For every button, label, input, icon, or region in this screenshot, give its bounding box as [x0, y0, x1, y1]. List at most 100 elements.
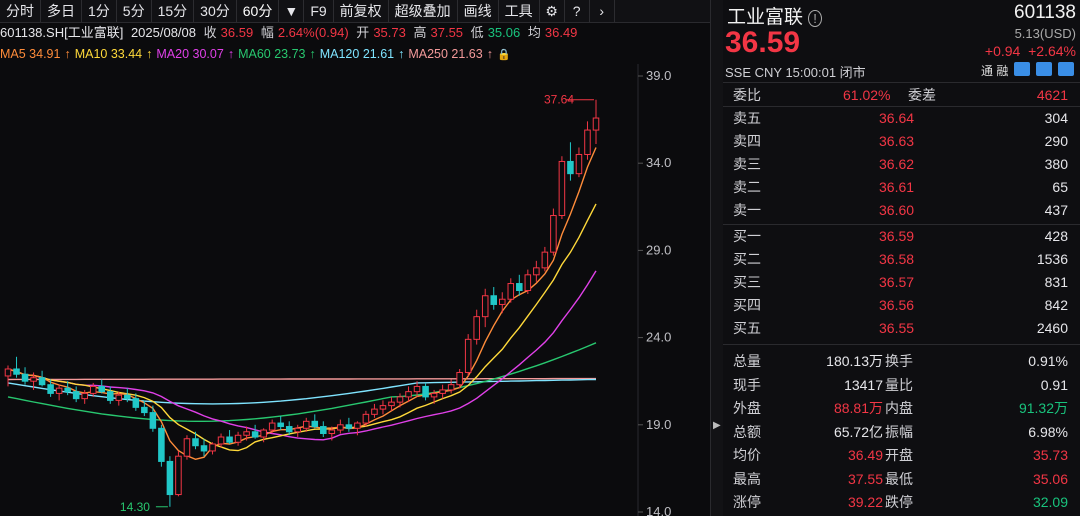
change-value: +0.94 [984, 43, 1021, 59]
period-tab-9[interactable]: 超级叠加 [389, 0, 458, 22]
margin-tags-label: 通 融 [981, 64, 1009, 78]
usd-price: 5.13(USD) [1014, 26, 1076, 41]
period-tab-11[interactable]: 工具 [499, 0, 540, 22]
candle-body [30, 377, 37, 382]
collapse-arrow-icon[interactable]: ▶ [713, 420, 721, 431]
candle-body [345, 424, 353, 429]
caret-down-icon[interactable]: ▼ [279, 0, 305, 22]
stat-row: 总量 180.13万 换手 0.91% [723, 350, 1080, 372]
level-label: 买一 [733, 228, 761, 244]
y-tick-label: 19.0 [646, 417, 671, 432]
period-tab-8[interactable]: 前复权 [334, 0, 389, 22]
candle-body [243, 431, 250, 436]
stat-value: 35.73 [1032, 447, 1068, 463]
candle-body [175, 455, 182, 496]
gear-icon[interactable]: ⚙ [540, 0, 565, 22]
level-volume: 380 [1044, 156, 1068, 172]
period-tab-6[interactable]: 60分 [237, 0, 280, 22]
lock-icon[interactable]: 🔒 [497, 49, 511, 61]
candle-body [371, 408, 378, 415]
candle-body [158, 427, 165, 462]
bid-row[interactable]: 买一 36.59 428 [723, 225, 1080, 247]
candle-body [98, 385, 106, 393]
quote-info-line: 601138.SH[工业富联] 2025/08/08 收 36.59 幅 2.64%… [0, 22, 710, 44]
stat-row: 外盘 88.81万 内盘 91.32万 [723, 397, 1080, 419]
bid-row[interactable]: 买四 36.56 842 [723, 294, 1080, 316]
candle-body [507, 283, 515, 300]
ask-row[interactable]: 卖四 36.63 290 [723, 130, 1080, 152]
level-volume: 65 [1052, 179, 1068, 195]
candle-body [64, 387, 71, 393]
bell-icon[interactable] [1036, 62, 1053, 76]
period-tab-1[interactable]: 多日 [41, 0, 82, 22]
symbol-label: 601138.SH[工业富联] [0, 25, 124, 40]
candle-body [192, 438, 199, 447]
candle-body [396, 396, 404, 403]
candle-body [141, 406, 148, 414]
ask-row[interactable]: 卖二 36.61 65 [723, 176, 1080, 198]
period-tab-10[interactable]: 画线 [458, 0, 499, 22]
avg-value: 36.49 [544, 25, 578, 40]
candle-body [354, 422, 361, 429]
stat-value: 13417 [844, 376, 883, 393]
candle-body [55, 387, 63, 394]
ask-row[interactable]: 卖五 36.64 304 [723, 107, 1080, 129]
add-watch-icon[interactable] [1058, 62, 1075, 76]
quote-panel: 工业富联 ! 601138 36.59 5.13(USD) +0.94 +2.6… [723, 0, 1080, 516]
period-tab-5[interactable]: 30分 [194, 0, 237, 22]
stat-value: 88.81万 [833, 400, 883, 416]
candle-body [575, 153, 583, 175]
candle-body [533, 267, 540, 276]
help-icon[interactable]: ? [565, 0, 590, 22]
ask-row[interactable]: 卖一 36.60 437 [723, 199, 1080, 221]
stat-label: 振幅 [885, 423, 913, 440]
bid-row[interactable]: 买三 36.57 831 [723, 271, 1080, 293]
period-tab-3[interactable]: 5分 [117, 0, 152, 22]
candle-body [567, 160, 574, 175]
level-label: 卖四 [733, 133, 761, 149]
candle-body [516, 283, 523, 292]
level-price: 36.63 [879, 133, 915, 149]
stat-value: 37.55 [847, 470, 883, 487]
change-pct: +2.64% [1028, 43, 1076, 59]
stock-code: 601138 [1014, 2, 1076, 23]
period-tab-2[interactable]: 1分 [82, 0, 117, 22]
stat-value: 39.22 [847, 494, 883, 510]
period-toolbar: 分时 多日 1分 5分 15分 30分 60分 ▼ F9 前复权 超级叠加 画线 工具 ⚙? › [0, 0, 710, 23]
stat-value: 65.72亿 [833, 423, 883, 440]
ask-row[interactable]: 卖三 36.62 380 [723, 153, 1080, 175]
stat-value: 6.98% [1028, 423, 1068, 440]
bid-row[interactable]: 买二 36.58 1536 [723, 248, 1080, 270]
stat-label: 换手 [885, 353, 913, 369]
period-tab-4[interactable]: 15分 [152, 0, 195, 22]
order-ratio-value: 61.02% [843, 87, 891, 103]
candle-body [481, 295, 489, 318]
range-label: 幅 [260, 25, 274, 40]
stat-value: 0.91 [1040, 376, 1068, 393]
ma-label-4: MA120 21.61 [319, 47, 395, 61]
chevron-right-icon[interactable]: › [590, 0, 615, 22]
candle-body [277, 422, 284, 428]
period-tab-0[interactable]: 分时 [0, 0, 41, 22]
level-price: 36.56 [879, 297, 915, 313]
bid-row[interactable]: 买五 36.55 2460 [723, 317, 1080, 339]
level-volume: 831 [1044, 274, 1068, 290]
alert-icon[interactable] [1014, 62, 1031, 76]
level-label: 卖一 [733, 202, 761, 218]
order-ratio-label: 委比 [733, 87, 761, 103]
candlestick-chart[interactable]: 39.0 34.0 29.0 24.0 19.0 14.0 37.64 14.30 [0, 64, 710, 516]
candle-body [473, 316, 480, 340]
info-icon[interactable]: ! [808, 10, 822, 27]
ma-arrow-icon: ↑ [398, 47, 405, 61]
stat-value: 0.91% [1028, 353, 1068, 369]
high-value: 37.55 [430, 25, 464, 40]
order-diff-value: 4621 [1036, 87, 1068, 103]
candle-body [422, 385, 429, 398]
stat-row: 总额 65.72亿 振幅 6.98% [723, 421, 1080, 443]
y-tick-label: 39.0 [646, 68, 671, 83]
panel-divider[interactable]: ▶ [710, 0, 724, 516]
period-tab-7[interactable]: F9 [304, 0, 334, 22]
candle-body [379, 405, 387, 410]
stat-value: 36.49 [847, 447, 883, 463]
candle-body [337, 424, 344, 431]
